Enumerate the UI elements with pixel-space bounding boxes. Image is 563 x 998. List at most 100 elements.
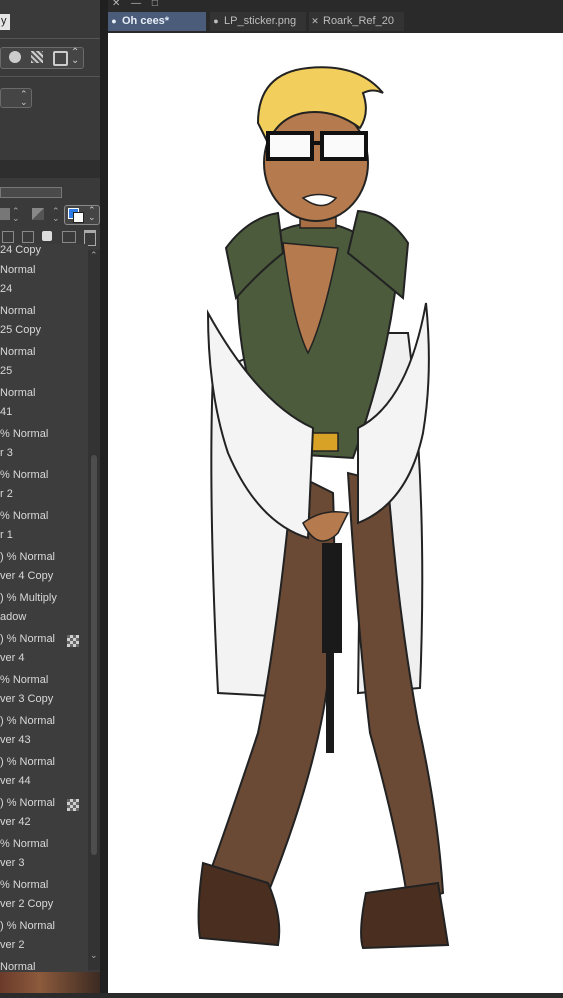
layer-row[interactable]: ) % Normal ver 2 — [0, 916, 88, 958]
modified-dot-icon: ● — [213, 16, 219, 26]
reference-layer-icon — [67, 635, 79, 647]
layer-row[interactable]: ) % Normal ver 44 — [0, 752, 88, 794]
layer-row[interactable]: Normal 41 — [0, 383, 88, 425]
opacity-slider[interactable] — [0, 187, 62, 198]
stepper-icon: ⌃ ⌄ — [88, 205, 96, 222]
layer-name: ver 3 Copy — [0, 693, 54, 705]
layer-name: ver 3 — [0, 857, 25, 869]
tab-oh-cees[interactable]: ● Oh cees* — [108, 12, 206, 31]
drawing-canvas[interactable] — [108, 33, 563, 993]
modified-dot-icon: ● — [111, 16, 117, 26]
layer-name: adow — [0, 611, 27, 623]
tab-lp-sticker[interactable]: ● LP_sticker.png — [210, 12, 306, 31]
layer-row[interactable]: ) % Multiply adow — [0, 588, 88, 630]
layer-row[interactable]: ) % Normal ver 42 — [0, 793, 88, 835]
scroll-up-icon[interactable]: ⌃ — [90, 250, 98, 261]
divider — [0, 38, 100, 39]
layer-name: ver 4 — [0, 652, 25, 664]
layer-row[interactable]: % Normal r 3 — [0, 424, 88, 466]
layer-row[interactable]: ) % Normal ver 43 — [0, 711, 88, 753]
layer-name: 25 — [0, 365, 13, 377]
pistol — [322, 543, 342, 753]
layer-name: ver 4 Copy — [0, 570, 54, 582]
layer-panel: y ⌃ ⌄ ⌃ ⌄ ⌃ ⌄ ⌃ ⌄ ⌃ ⌄ 24 Copy Normal 24 Normal 25… — [0, 0, 100, 993]
layer-row[interactable]: 24 Copy — [0, 244, 88, 261]
layer-name: ver 2 Copy — [0, 898, 54, 910]
layer-tools-bar: ⌃ ⌄ — [0, 47, 84, 69]
tab-label: LP_sticker.png — [224, 15, 297, 27]
layer-name: 24 — [0, 283, 13, 295]
tab-roark-ref[interactable]: ✕ Roark_Ref_20 — [309, 12, 404, 31]
layer-blend-mode: ) % Normal — [0, 633, 56, 645]
layer-blend-mode: % Normal — [0, 510, 49, 522]
layer-blend-mode: ) % Multiply — [0, 592, 57, 604]
clip-icon[interactable] — [53, 51, 68, 66]
layer-scrollbar[interactable]: ⌃ ⌄ — [88, 250, 100, 970]
layer-blend-mode: ) % Normal — [0, 797, 56, 809]
layer-name: r 3 — [0, 447, 13, 459]
layer-blend-mode: ) % Normal — [0, 920, 56, 932]
layer-row[interactable]: % Normal ver 2 Copy — [0, 875, 88, 917]
layer-blend-mode: Normal — [0, 305, 36, 317]
layer-row[interactable]: % Normal ver 3 Copy — [0, 670, 88, 712]
lock-row: ⌃ ⌄ ⌃ ⌄ ⌃ ⌄ — [0, 205, 100, 225]
panel-tab[interactable]: y — [0, 14, 10, 30]
layer-blend-mode: 24 Copy — [0, 244, 41, 256]
layer-blend-mode: ) % Normal — [0, 715, 56, 727]
layer-row[interactable]: Normal 25 Copy — [0, 301, 88, 343]
layer-blend-mode: Normal — [0, 346, 36, 358]
scroll-down-icon[interactable]: ⌄ — [90, 950, 98, 961]
stepper-icon[interactable]: ⌃ ⌄ — [12, 207, 20, 223]
layer-name: 41 — [0, 406, 13, 418]
new-layer-icon[interactable] — [2, 231, 14, 243]
right-shoe — [360, 881, 450, 950]
layer-blend-mode: % Normal — [0, 879, 49, 891]
alpha-lock-icon[interactable] — [32, 208, 44, 220]
scroll-thumb[interactable] — [91, 455, 97, 855]
layer-row[interactable]: % Normal r 2 — [0, 465, 88, 507]
layer-name: ver 42 — [0, 816, 31, 828]
layer-name: r 2 — [0, 488, 13, 500]
new-folder-icon[interactable] — [22, 231, 34, 243]
glasses-left — [266, 131, 314, 161]
layer-row[interactable]: Normal 25 — [0, 342, 88, 384]
checker-icon[interactable] — [31, 51, 43, 63]
reference-thumbnail — [0, 972, 100, 993]
stepper-icon[interactable]: ⌃ ⌄ — [52, 207, 60, 223]
layer-blend-mode: % Normal — [0, 428, 49, 440]
layer-row[interactable]: ) % Normal ver 4 — [0, 629, 88, 671]
color-swap-control[interactable]: ⌃ ⌄ — [64, 205, 100, 225]
layer-row[interactable]: Normal 24 — [0, 260, 88, 302]
duplicate-icon[interactable] — [62, 231, 76, 243]
chevron-updown-icon: ⌃ ⌄ — [20, 89, 28, 107]
glasses-right — [320, 131, 368, 161]
panel-gutter — [100, 0, 108, 993]
layer-blend-mode: ) % Normal — [0, 551, 56, 563]
layer-name: ver 2 — [0, 939, 25, 951]
character-illustration — [197, 66, 450, 950]
layer-blend-mode: % Normal — [0, 469, 49, 481]
mask-layer-icon[interactable] — [42, 231, 52, 241]
layer-name: ver 43 — [0, 734, 31, 746]
layer-row[interactable]: % Normal ver 3 — [0, 834, 88, 876]
tab-label: Roark_Ref_20 — [323, 15, 394, 27]
layer-name: r 1 — [0, 529, 13, 541]
lock-icon[interactable] — [0, 208, 10, 220]
close-icon[interactable]: ✕ — [309, 12, 321, 31]
reference-layer-icon — [67, 799, 79, 811]
panel-separator — [0, 160, 100, 178]
mask-icon[interactable] — [9, 51, 21, 63]
layer-row[interactable]: % Normal r 1 — [0, 506, 88, 548]
stepper-icon[interactable]: ⌃ ⌄ — [71, 48, 79, 66]
layer-blend-mode: % Normal — [0, 838, 49, 850]
blend-dropdown[interactable]: ⌃ ⌄ — [0, 88, 32, 108]
layer-name: 25 Copy — [0, 324, 41, 336]
bg-color-icon — [73, 212, 84, 223]
layer-row[interactable]: ) % Normal ver 4 Copy — [0, 547, 88, 589]
layer-blend-mode: Normal — [0, 387, 36, 399]
layer-name: ver 44 — [0, 775, 31, 787]
layer-blend-mode: Normal — [0, 264, 36, 276]
window-controls[interactable]: ✕ — □ — [112, 0, 162, 9]
panel-tab-label: y — [1, 15, 7, 27]
layer-blend-mode: % Normal — [0, 674, 49, 686]
